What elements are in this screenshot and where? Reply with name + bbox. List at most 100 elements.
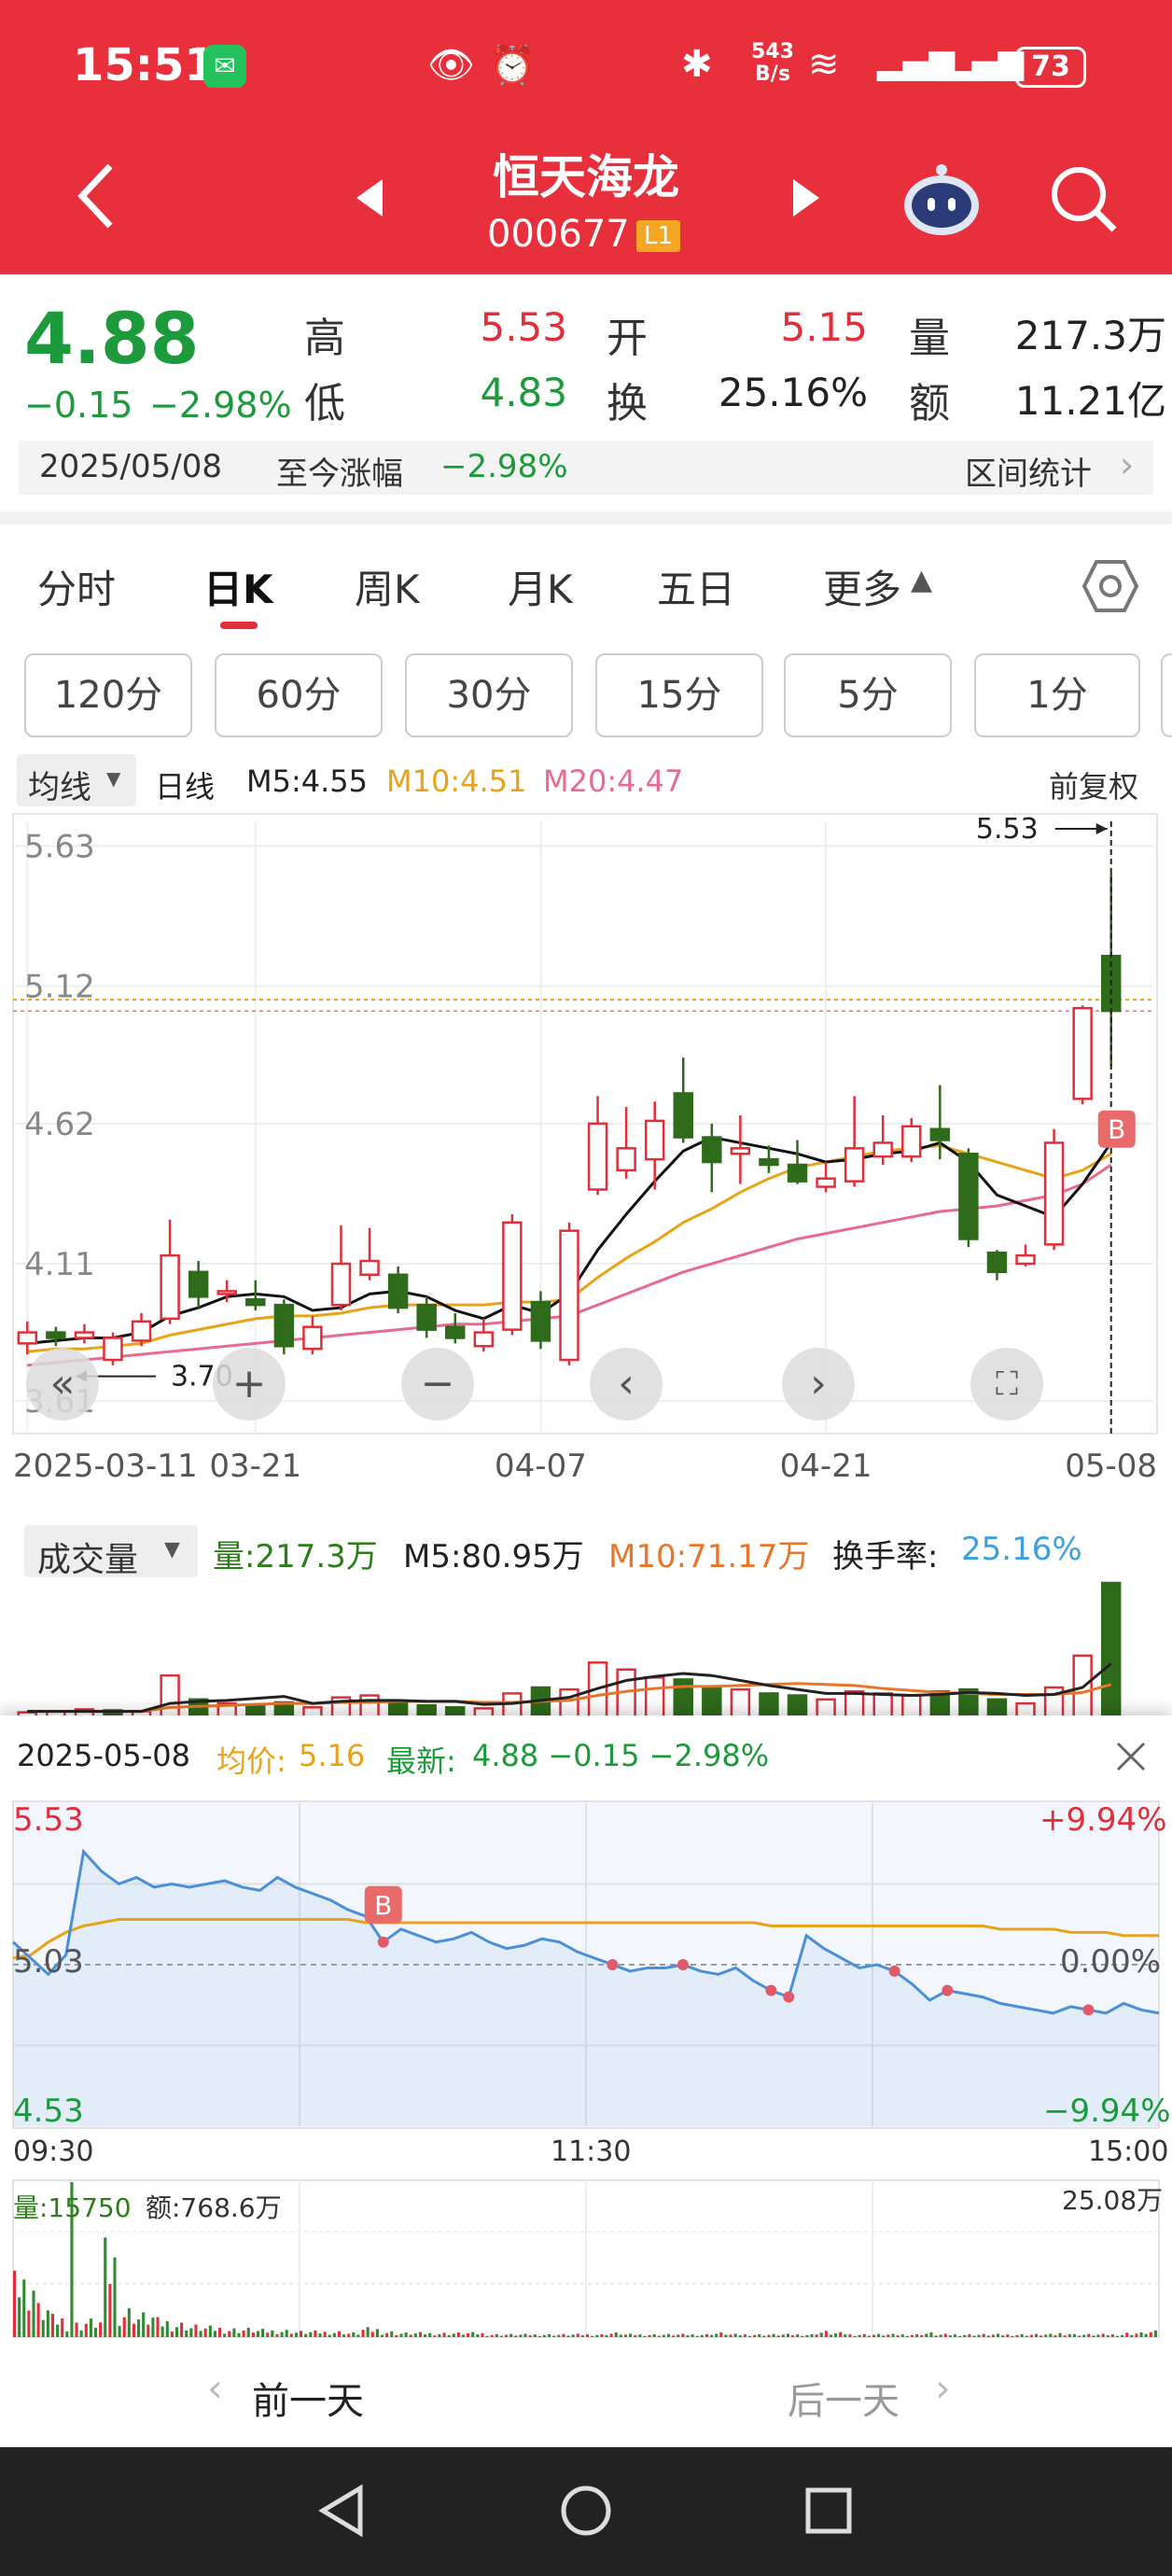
zoom-in-button[interactable]: +: [213, 1348, 286, 1421]
intraday-volume-bar: [93, 2328, 98, 2337]
intraday-volume-bar: [189, 2328, 193, 2337]
intraday-volume-bar: [442, 2332, 446, 2337]
intraday-volume-bar: [1082, 2334, 1086, 2337]
interval-more[interactable]: [1161, 653, 1172, 737]
intraday-volume-bar: [79, 2330, 83, 2337]
scroll-left-button[interactable]: «: [26, 1348, 99, 1421]
price-change: −0.15: [24, 385, 133, 426]
zoom-out-button[interactable]: −: [401, 1348, 474, 1421]
intraday-volume-bar: [571, 2334, 575, 2337]
intraday-volume-bar: [691, 2334, 694, 2337]
interval-120[interactable]: 120分: [24, 653, 192, 737]
intraday-volume-bar: [424, 2334, 427, 2337]
intraday-volume-bar: [395, 2334, 398, 2337]
intraday-chart[interactable]: B: [0, 1799, 1172, 2191]
intraday-volume-bar: [1087, 2333, 1091, 2337]
intraday-volume-bar: [108, 2284, 112, 2337]
intraday-volume-bar: [46, 2310, 49, 2337]
kline-y-tick: 4.62: [24, 1106, 95, 1143]
robot-assistant-icon[interactable]: [901, 161, 982, 241]
kline-x-tick: 03-21: [209, 1448, 301, 1484]
prev-day-button[interactable]: 前一天: [252, 2371, 364, 2425]
nav-back-icon[interactable]: [314, 2483, 370, 2539]
nav-home-icon[interactable]: [558, 2483, 614, 2539]
intraday-volume-bar: [839, 2331, 843, 2337]
intraday-volume-bar: [586, 2334, 590, 2337]
search-icon[interactable]: [1049, 164, 1120, 235]
tab-five-day[interactable]: 五日: [657, 558, 735, 615]
intraday-volume-bar: [180, 2322, 184, 2337]
close-icon[interactable]: [1112, 1738, 1150, 1775]
tab-intraday[interactable]: 分时: [37, 558, 116, 615]
volume-legend-m10: M10:71.17万: [608, 1538, 810, 1575]
adjust-select[interactable]: 前复权: [1049, 763, 1138, 806]
tab-weekly-k[interactable]: 周K: [355, 558, 420, 615]
candle-body: [901, 1125, 922, 1158]
intraday-volume-bar: [118, 2326, 121, 2337]
system-nav-bar: [0, 2447, 1172, 2576]
intraday-volume-bar: [958, 2335, 962, 2337]
intraday-volume-bar: [591, 2335, 594, 2337]
intraday-volume-bar: [743, 2334, 746, 2337]
settings-icon[interactable]: [1082, 558, 1138, 614]
candle-body: [445, 1325, 466, 1339]
intraday-volume-bar: [1039, 2335, 1043, 2337]
nav-recent-icon[interactable]: [802, 2485, 855, 2537]
intraday-volume-bar: [165, 2320, 169, 2337]
interval-15[interactable]: 15分: [595, 653, 763, 737]
intraday-volume-bar: [132, 2323, 135, 2337]
status-time: 15:51: [73, 39, 216, 91]
intraday-volume-bar: [428, 2332, 432, 2337]
intraday-high: 5.53: [13, 1801, 84, 1839]
intraday-volume-bar: [977, 2334, 981, 2337]
range-bar[interactable]: 2025/05/08 至今涨幅 −2.98% 区间统计 ›: [19, 441, 1153, 495]
volume-bar: [502, 1692, 523, 1717]
intraday-volume-bar: [1006, 2334, 1010, 2337]
chevron-down-icon: ▼: [164, 1538, 180, 1561]
range-stats-link[interactable]: 区间统计: [965, 448, 1092, 494]
intraday-volume-bar: [753, 2334, 757, 2337]
intraday-volume-bar: [705, 2333, 708, 2337]
intraday-volume-bar: [1020, 2333, 1024, 2337]
pan-left-button[interactable]: ‹: [590, 1348, 663, 1421]
interval-5[interactable]: 5分: [784, 653, 952, 737]
intraday-volume-bar: [318, 2333, 322, 2337]
kline-x-axis: 2025-03-11 03-21 04-07 04-21 05-08: [13, 1448, 1157, 1484]
intraday-volume-bar: [385, 2332, 389, 2337]
intraday-volume-bar: [934, 2335, 938, 2337]
ma-select[interactable]: 均线 ▼: [17, 754, 136, 806]
intraday-volume-bar: [747, 2335, 752, 2337]
intraday-low: 4.53: [13, 2093, 84, 2130]
candle-body: [359, 1259, 380, 1276]
interval-1[interactable]: 1分: [974, 653, 1140, 737]
intraday-volume-bar: [337, 2331, 342, 2337]
intraday-volume-bar: [1139, 2332, 1143, 2337]
intraday-volume-bar: [471, 2331, 475, 2337]
eye-icon: 👁: [427, 44, 475, 87]
intraday-volume-bar: [982, 2333, 985, 2337]
interval-30[interactable]: 30分: [405, 653, 573, 737]
buy-marker: B: [374, 1890, 392, 1921]
intraday-volume-bar: [796, 2334, 800, 2337]
tab-more[interactable]: 更多: [823, 558, 901, 615]
intraday-volume-bar: [1034, 2333, 1039, 2337]
intraday-volume-bar: [142, 2312, 146, 2337]
candle-body: [216, 1290, 237, 1295]
intraday-volume-bar: [1053, 2335, 1057, 2337]
next-stock-icon[interactable]: [789, 177, 821, 218]
interval-60[interactable]: 60分: [215, 653, 383, 737]
ma10-value: M10:4.51: [386, 763, 527, 799]
pan-right-button[interactable]: ›: [782, 1348, 855, 1421]
indicator-select[interactable]: 成交量 ▼: [24, 1525, 198, 1579]
triangle-up-icon: ▲: [911, 564, 933, 596]
volume-legend-m5: M5:80.95万: [403, 1538, 584, 1575]
tab-monthly-k[interactable]: 月K: [508, 558, 573, 615]
intraday-volume-bar: [1058, 2332, 1062, 2337]
intraday-volume-bar: [729, 2334, 732, 2337]
intraday-volume-bar: [256, 2331, 260, 2337]
tab-daily-k[interactable]: 日K: [203, 558, 273, 615]
fullscreen-button[interactable]: ⛶: [970, 1348, 1043, 1421]
low-label: 低: [304, 380, 345, 427]
next-day-button[interactable]: 后一天: [788, 2371, 900, 2425]
intraday-volume-bar: [943, 2333, 947, 2337]
